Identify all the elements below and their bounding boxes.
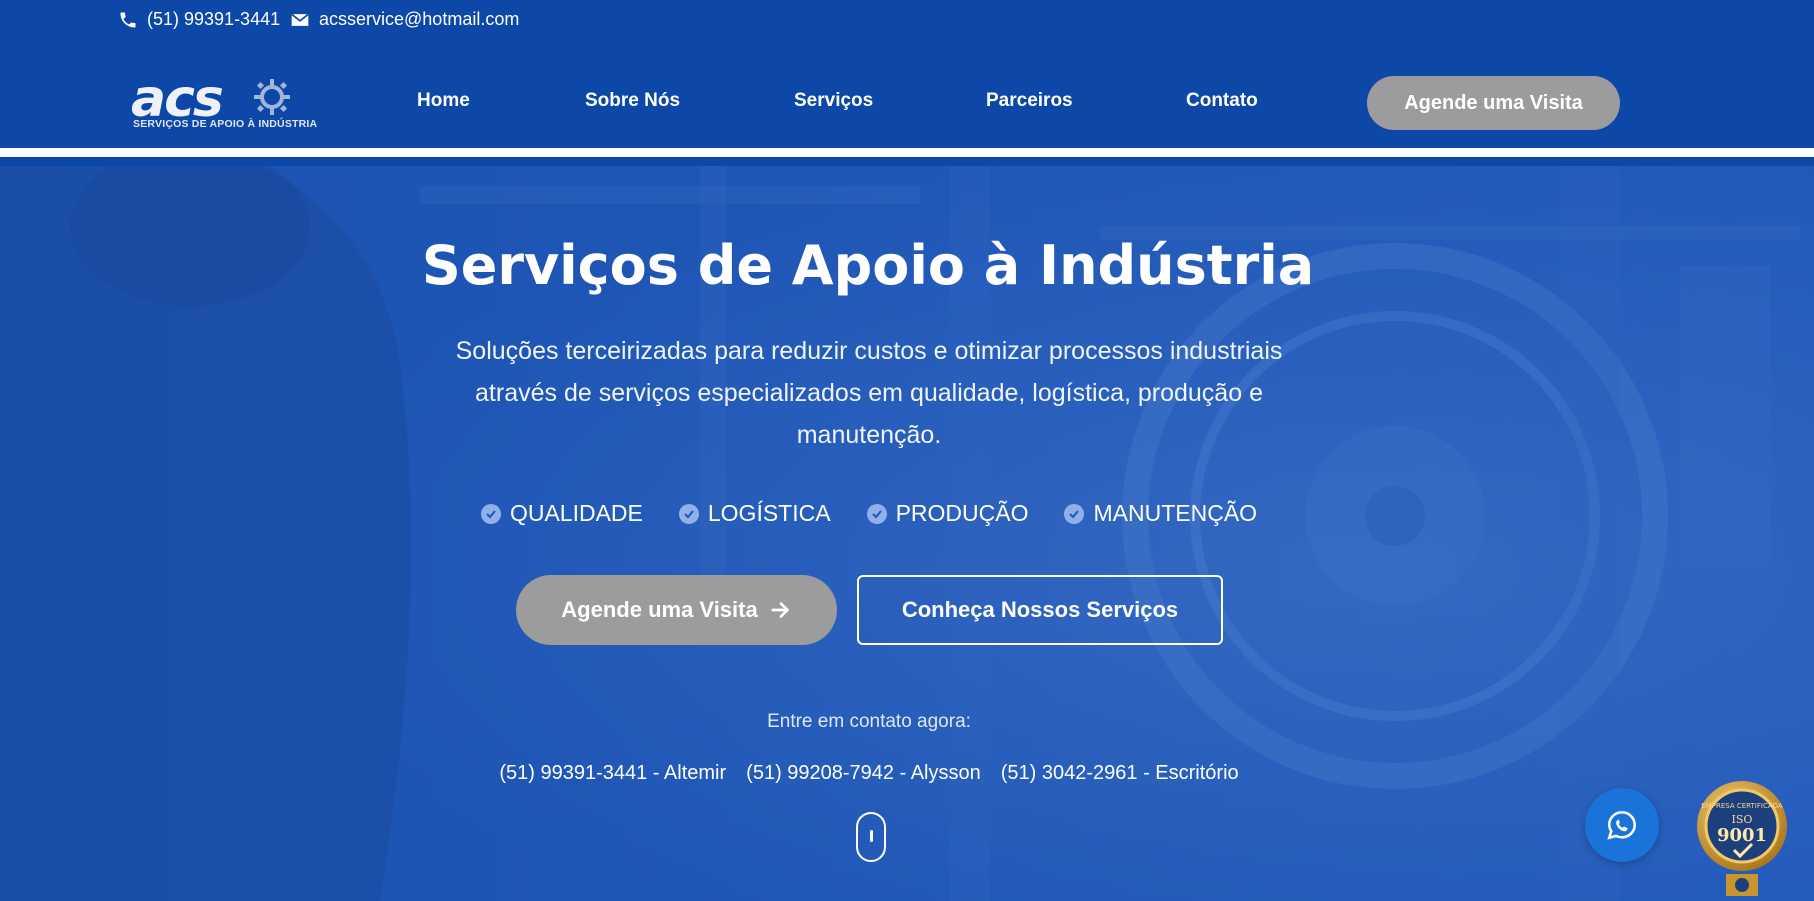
scroll-dot: [870, 830, 873, 842]
tag-label: LOGÍSTICA: [707, 500, 831, 526]
tag-label: QUALIDADE: [509, 500, 643, 526]
check-circle-icon: [866, 503, 887, 524]
nav-home[interactable]: Home: [417, 90, 470, 112]
check-circle-icon: [1064, 503, 1085, 524]
topbar-phone[interactable]: (51) 99391-3441: [118, 9, 280, 30]
badge-certified-text: EMPRESA CERTIFICADA: [1701, 802, 1783, 810]
badge-number-text: 9001: [1717, 825, 1767, 846]
topbar-phone-text: (51) 99391-3441: [147, 9, 281, 29]
hero-subtitle: Soluções terceirizadas para reduzir cust…: [455, 337, 1283, 449]
arrow-right-icon: [771, 602, 789, 618]
nav-sobre-nos[interactable]: Sobre Nós: [585, 90, 680, 112]
contact-phone-alysson[interactable]: (51) 99208-7942 - Alysson: [746, 762, 981, 785]
hero-schedule-visit-label: Agende uma Visita: [561, 597, 758, 622]
envelope-icon: [291, 13, 309, 26]
tag-logistica: LOGÍSTICA: [678, 500, 831, 527]
hero-title: Serviços de Apoio à Indústria: [421, 234, 1315, 297]
gear-icon: [254, 79, 290, 115]
nav-servicos[interactable]: Serviços: [794, 90, 873, 112]
contact-phone-office[interactable]: (51) 3042-2961 - Escritório: [1001, 762, 1239, 785]
hero-section: Serviços de Apoio à Indústria Soluções t…: [0, 166, 1814, 901]
contact-lead-text: Entre em contato agora:: [767, 711, 971, 732]
tag-producao: PRODUÇÃO: [866, 500, 1029, 527]
tag-label: MANUTENÇÃO: [1093, 500, 1258, 526]
top-contact-bar: (51) 99391-3441 acsservice@hotmail.com: [0, 0, 1814, 40]
service-tags: QUALIDADE LOGÍSTICA PRODUÇÃO MANUTENÇÃO: [0, 500, 1738, 527]
logo-subtitle: SERVIÇOS DE APOIO À INDÚSTRIA: [133, 118, 318, 130]
header-schedule-visit-button[interactable]: Agende uma Visita: [1367, 76, 1620, 130]
iso-9001-badge: EMPRESA CERTIFICADA ISO 9001: [1697, 781, 1787, 896]
topbar-email-text: acsservice@hotmail.com: [319, 9, 520, 29]
tag-manutencao: MANUTENÇÃO: [1064, 500, 1257, 527]
tag-qualidade: QUALIDADE: [480, 500, 643, 527]
hero-our-services-button[interactable]: Conheça Nossos Serviços: [857, 575, 1223, 645]
hero-schedule-visit-button[interactable]: Agende uma Visita: [516, 575, 837, 645]
site-header: acs SERVIÇOS DE APOIO À INDÚSTRIA Home S…: [0, 40, 1814, 157]
tag-label: PRODUÇÃO: [895, 500, 1029, 526]
contact-phones: (51) 99391-3441 - Altemir (51) 99208-794…: [0, 762, 1738, 785]
contact-phone-altemir[interactable]: (51) 99391-3441 - Altemir: [499, 762, 726, 785]
nav-contato[interactable]: Contato: [1186, 90, 1258, 112]
company-logo[interactable]: acs SERVIÇOS DE APOIO À INDÚSTRIA: [131, 69, 317, 135]
phone-icon: [120, 12, 136, 27]
whatsapp-icon: [1607, 810, 1637, 840]
check-circle-icon: [678, 503, 699, 524]
whatsapp-button[interactable]: [1585, 788, 1659, 862]
topbar-email[interactable]: acsservice@hotmail.com: [290, 9, 519, 30]
check-circle-icon: [480, 503, 501, 524]
nav-parceiros[interactable]: Parceiros: [986, 90, 1073, 112]
scroll-down-indicator[interactable]: [856, 812, 886, 862]
